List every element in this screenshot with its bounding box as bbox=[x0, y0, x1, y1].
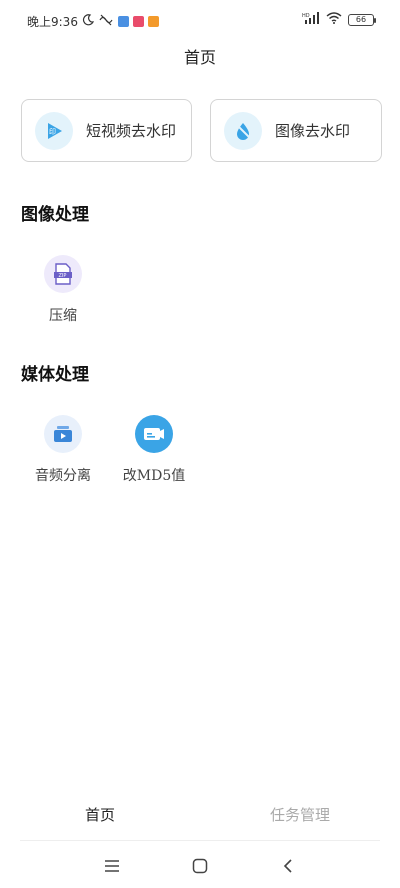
image-watermark-card[interactable]: 图像去水印 bbox=[210, 99, 382, 162]
battery-icon: 66 bbox=[348, 13, 376, 26]
video-watermark-icon: 印 bbox=[35, 111, 73, 150]
image-watermark-icon bbox=[224, 111, 262, 150]
zip-file-icon: ZIP bbox=[44, 255, 82, 293]
video-watermark-card[interactable]: 印 短视频去水印 bbox=[21, 99, 192, 162]
svg-text:印: 印 bbox=[49, 128, 56, 136]
page-title: 首页 bbox=[183, 48, 216, 67]
moon-icon bbox=[82, 14, 94, 29]
media-section-title: 媒体处理 bbox=[21, 365, 89, 385]
image-section-title: 图像处理 bbox=[21, 205, 89, 225]
status-right: HD 66 bbox=[302, 12, 376, 27]
status-time: 晚上9:36 bbox=[27, 15, 78, 29]
red-app-icon bbox=[132, 16, 144, 27]
mute-icon bbox=[98, 14, 114, 29]
md5-card-icon bbox=[135, 415, 173, 453]
svg-text:HD: HD bbox=[302, 13, 310, 19]
md5-label: 改MD5值 bbox=[122, 468, 186, 484]
audio-separate-icon bbox=[44, 415, 82, 453]
back-icon[interactable] bbox=[276, 854, 300, 878]
wifi-icon bbox=[326, 12, 342, 27]
menu-icon[interactable] bbox=[100, 854, 124, 878]
system-nav-bar bbox=[0, 846, 400, 886]
md5-item[interactable]: 改MD5值 bbox=[109, 415, 199, 485]
tab-task-management[interactable]: 任务管理 bbox=[200, 800, 400, 836]
status-left: 晚上9:36 bbox=[27, 13, 159, 30]
download-app-icon bbox=[117, 16, 129, 27]
audio-separate-label: 音频分离 bbox=[35, 468, 91, 484]
tab-home[interactable]: 首页 bbox=[0, 800, 200, 836]
compress-item[interactable]: ZIP 压缩 bbox=[18, 255, 108, 325]
svg-text:ZIP: ZIP bbox=[59, 273, 67, 279]
bottom-tab-bar: 首页 任务管理 bbox=[0, 800, 400, 836]
image-watermark-label: 图像去水印 bbox=[275, 122, 351, 140]
orange-app-icon bbox=[147, 16, 159, 27]
status-bar: 晚上9:36 HD 66 bbox=[0, 0, 400, 40]
compress-label: 压缩 bbox=[49, 308, 77, 324]
tab-divider bbox=[20, 840, 380, 841]
video-watermark-label: 短视频去水印 bbox=[86, 122, 177, 140]
home-icon[interactable] bbox=[188, 854, 212, 878]
signal-icon: HD bbox=[302, 12, 320, 27]
audio-separate-item[interactable]: 音频分离 bbox=[18, 415, 108, 485]
